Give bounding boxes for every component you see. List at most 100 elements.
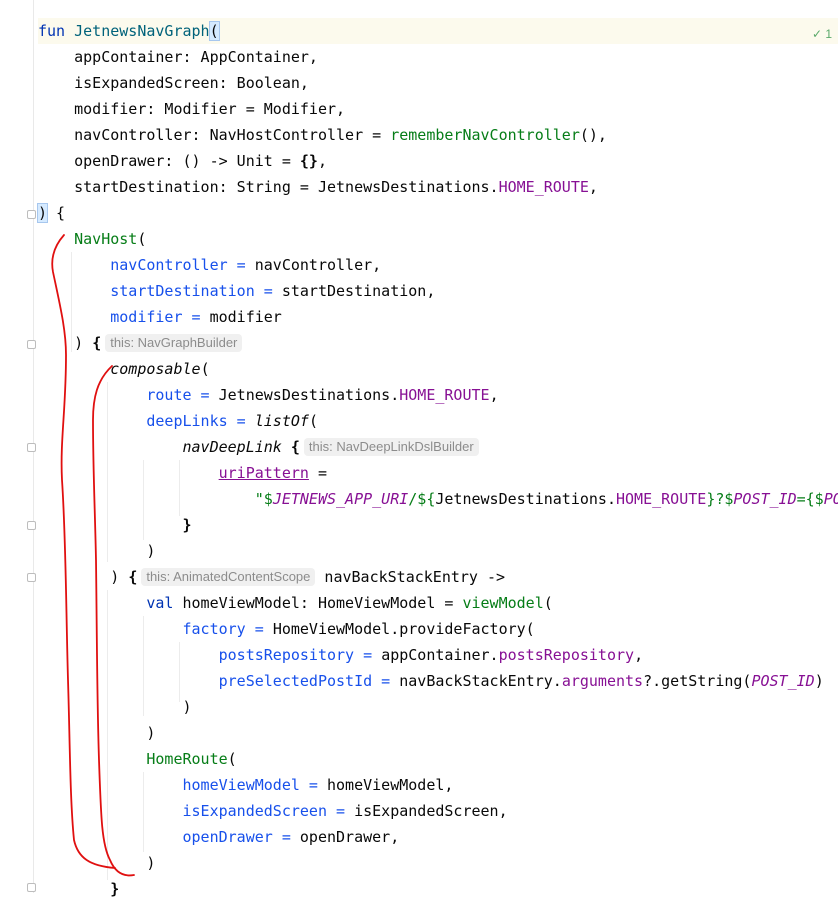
code-line[interactable]: ) <box>38 850 155 876</box>
code-line[interactable]: ) {this: NavGraphBuilder <box>38 330 243 356</box>
inlay-hint: this: NavDeepLinkDslBuilder <box>303 438 479 456</box>
code-line[interactable]: NavHost( <box>38 226 146 252</box>
code-token: arguments <box>561 672 644 690</box>
code-token: appContainer. <box>381 646 499 664</box>
code-line[interactable]: } <box>38 512 192 538</box>
code-line[interactable]: homeViewModel = homeViewModel, <box>38 772 454 798</box>
code-line[interactable]: fun JetnewsNavGraph( <box>38 18 220 44</box>
code-editor[interactable]: fun JetnewsNavGraph( appContainer: AppCo… <box>0 0 838 898</box>
code-token: navBackStackEntry -> <box>315 568 506 586</box>
code-line[interactable]: startDestination: String = JetnewsDestin… <box>38 174 598 200</box>
code-line[interactable]: "$JETNEWS_APP_URI/${JetnewsDestinations.… <box>38 486 838 512</box>
code-token: modifier <box>110 308 183 326</box>
code-line[interactable]: appContainer: AppContainer, <box>38 44 318 70</box>
code-token: fun <box>38 22 75 40</box>
fold-marker[interactable] <box>27 210 36 219</box>
code-token: ( <box>200 360 210 378</box>
code-token: = <box>299 776 327 794</box>
code-token: /${ <box>408 490 436 508</box>
code-token: { <box>290 438 300 456</box>
code-token: startDestination <box>110 282 255 300</box>
code-line[interactable]: postsRepository = appContainer.postsRepo… <box>38 642 643 668</box>
fold-marker[interactable] <box>27 573 36 582</box>
code-token: = <box>254 282 282 300</box>
code-line[interactable]: preSelectedPostId = navBackStackEntry.ar… <box>38 668 824 694</box>
code-line[interactable]: startDestination = startDestination, <box>38 278 435 304</box>
code-token: modifier: Modifier = Modifier, <box>38 100 346 118</box>
code-token: = <box>245 620 273 638</box>
code-token: startDestination, <box>281 282 436 300</box>
code-token: composable <box>110 360 201 378</box>
code-token: homeViewModel: HomeViewModel = <box>182 594 463 612</box>
code-line[interactable]: isExpandedScreen: Boolean, <box>38 70 309 96</box>
code-line[interactable]: val homeViewModel: HomeViewModel = viewM… <box>38 590 552 616</box>
code-token: = <box>182 308 210 326</box>
code-line[interactable]: navController: NavHostController = remem… <box>38 122 607 148</box>
code-line[interactable]: ) <box>38 720 155 746</box>
code-token: navBackStackEntry. <box>399 672 562 690</box>
code-token: navController: NavHostController = <box>38 126 391 144</box>
code-line[interactable]: uriPattern = <box>38 460 327 486</box>
code-token: navController, <box>254 256 382 274</box>
code-line[interactable]: ) {this: AnimatedContentScope navBackSta… <box>38 564 505 590</box>
code-token: JETNEWS_APP_URI <box>272 490 409 508</box>
fold-marker[interactable] <box>27 883 36 892</box>
code-line[interactable]: deepLinks = listOf( <box>38 408 318 434</box>
code-line[interactable]: modifier = modifier <box>38 304 282 330</box>
code-token: = <box>227 412 255 430</box>
code-token: (), <box>579 126 607 144</box>
code-token: ) <box>36 203 49 223</box>
code-line[interactable]: composable( <box>38 356 210 382</box>
code-line[interactable]: HomeRoute( <box>38 746 236 772</box>
code-token: ) <box>38 568 129 586</box>
inspection-status-icon[interactable]: ✓ 1 <box>812 27 832 41</box>
inlay-hint: this: NavGraphBuilder <box>105 334 243 352</box>
code-line[interactable]: factory = HomeViewModel.provideFactory( <box>38 616 535 642</box>
code-line[interactable]: ) <box>38 694 191 720</box>
code-token: listOf <box>254 412 309 430</box>
code-token: uriPattern <box>218 464 309 482</box>
code-line[interactable]: navController = navController, <box>38 252 381 278</box>
code-token: = <box>327 802 355 820</box>
code-line[interactable]: isExpandedScreen = isExpandedScreen, <box>38 798 508 824</box>
fold-marker[interactable] <box>27 521 36 530</box>
code-token: JetnewsDestinations. <box>218 386 400 404</box>
code-line[interactable]: route = JetnewsDestinations.HOME_ROUTE, <box>38 382 498 408</box>
code-token: , <box>634 646 644 664</box>
code-line[interactable]: ) { <box>36 200 65 226</box>
code-token: ) <box>38 854 156 872</box>
fold-marker[interactable] <box>27 340 36 349</box>
fold-marker[interactable] <box>27 443 36 452</box>
code-token: { <box>92 334 102 352</box>
code-line[interactable]: openDrawer = openDrawer, <box>38 824 400 850</box>
code-token: = <box>191 386 219 404</box>
code-line[interactable]: ) <box>38 538 155 564</box>
code-line[interactable]: modifier: Modifier = Modifier, <box>38 96 345 122</box>
code-token: ( <box>137 230 147 248</box>
code-line[interactable]: openDrawer: () -> Unit = {}, <box>38 148 327 174</box>
code-token: = <box>308 464 327 482</box>
code-token: = <box>227 256 255 274</box>
code-token: = <box>372 672 400 690</box>
code-token: openDrawer, <box>299 828 400 846</box>
code-line[interactable]: } <box>38 876 119 902</box>
code-token: modifier <box>209 308 282 326</box>
code-token: HOME_ROUTE <box>498 178 589 196</box>
code-line[interactable]: navDeepLink {this: NavDeepLinkDslBuilder <box>38 434 479 460</box>
code-token: ) <box>814 672 824 690</box>
code-token: postsRepository <box>218 646 355 664</box>
